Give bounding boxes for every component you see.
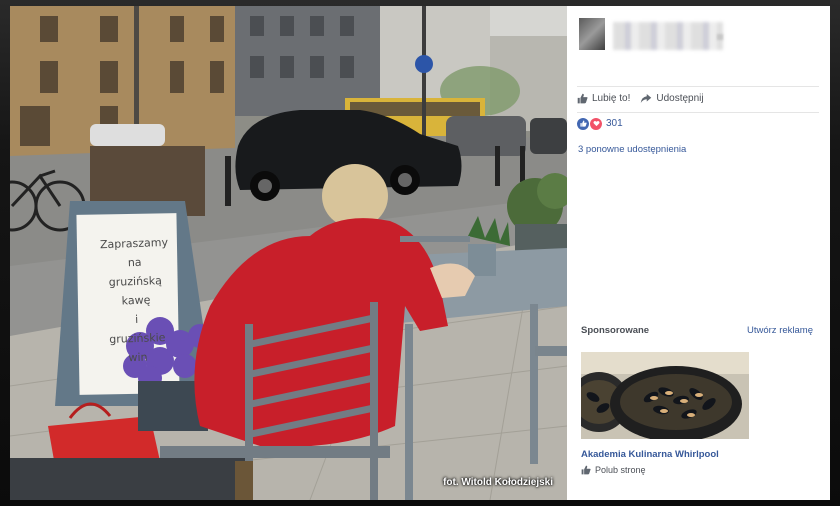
photo-credit: fot. Witold Kołodziejski — [443, 477, 553, 488]
thumbs-up-icon — [577, 93, 588, 104]
like-reaction-icon — [577, 117, 589, 130]
create-ad-link[interactable]: Utwórz reklamę — [747, 325, 813, 336]
love-reaction-icon — [590, 117, 602, 130]
share-button[interactable]: Udostępnij — [640, 93, 704, 104]
sign-board-text: Zapraszamy na gruzińską kawę i gruziński… — [99, 235, 169, 365]
post-sidebar: Lubię to! Udostępnij 301 3 ponowne udost… — [567, 6, 830, 500]
sponsored-title: Sponsorowane — [581, 325, 650, 336]
thumbs-up-icon — [581, 465, 591, 475]
reaction-count: 301 — [606, 118, 623, 129]
mussels-photo — [581, 352, 749, 439]
ad-like-page-button[interactable]: Polub stronę — [581, 465, 646, 475]
share-button-label: Udostępnij — [656, 93, 704, 104]
ad-image[interactable] — [581, 352, 749, 439]
share-arrow-icon — [641, 94, 652, 103]
reactions-summary[interactable]: 301 — [577, 112, 819, 134]
post-actions: Lubię to! Udostępnij — [577, 86, 819, 110]
person-head — [322, 164, 388, 228]
sponsored-header: Sponsorowane Utwórz reklamę — [581, 325, 813, 336]
avatar[interactable] — [579, 18, 605, 50]
author-name-blurred[interactable] — [613, 22, 723, 50]
like-button-label: Lubię to! — [592, 93, 631, 104]
shares-link[interactable]: 3 ponowne udostępnienia — [578, 144, 686, 155]
author-name-blurred-dot — [717, 34, 723, 40]
like-button[interactable]: Lubię to! — [577, 93, 630, 104]
ad-like-label: Polub stronę — [595, 465, 646, 475]
post-photo[interactable]: Zapraszamy na gruzińską kawę i gruziński… — [10, 6, 567, 500]
ad-title-link[interactable]: Akademia Kulinarna Whirlpool — [581, 449, 719, 460]
